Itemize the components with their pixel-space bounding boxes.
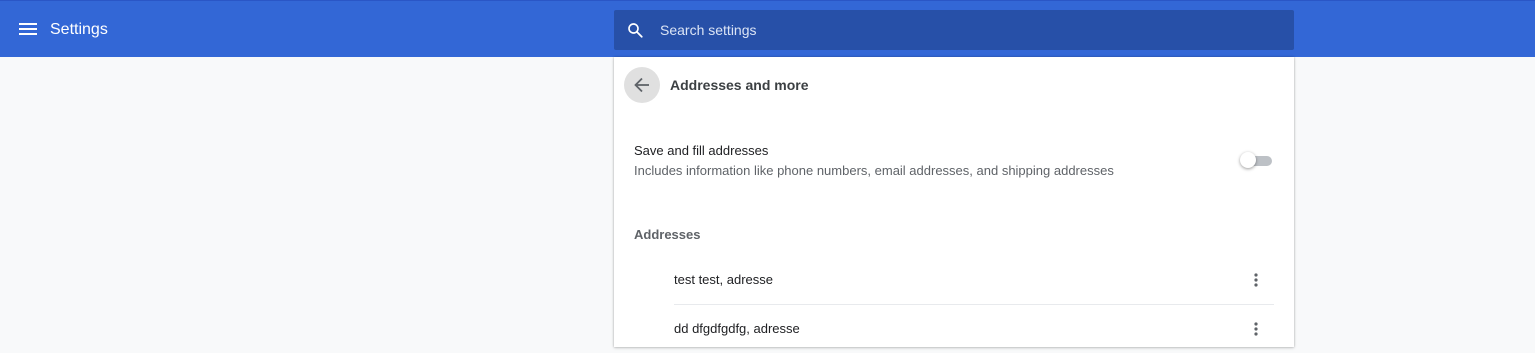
arrow-back-icon <box>634 77 649 93</box>
page-title: Addresses and more <box>670 77 809 93</box>
toggle-knob <box>1240 152 1256 168</box>
top-toolbar: Settings <box>0 0 1535 57</box>
back-button[interactable] <box>624 67 660 103</box>
address-more-actions-button[interactable] <box>1244 268 1268 292</box>
menu-button[interactable] <box>14 15 42 43</box>
address-list-item: test test, adresse <box>674 256 1274 305</box>
save-fill-toggle[interactable] <box>1240 152 1272 168</box>
save-fill-title: Save and fill addresses <box>634 143 769 158</box>
addresses-settings-card: Addresses and more Save and fill address… <box>614 57 1294 347</box>
more-vert-icon <box>1254 322 1258 336</box>
save-fill-description: Includes information like phone numbers,… <box>634 163 1114 178</box>
addresses-heading: Addresses <box>634 227 701 242</box>
hamburger-menu-icon <box>19 23 37 35</box>
address-label: test test, adresse <box>674 272 773 287</box>
more-vert-icon <box>1254 273 1258 287</box>
address-list-item: dd dfgdfgdfg, adresse <box>674 305 1274 353</box>
address-more-actions-button[interactable] <box>1244 317 1268 341</box>
address-label: dd dfgdfgdfg, adresse <box>674 321 800 336</box>
app-title: Settings <box>50 21 108 38</box>
search-icon <box>628 23 643 38</box>
search-input[interactable] <box>660 10 1270 50</box>
search-box[interactable] <box>614 10 1294 50</box>
